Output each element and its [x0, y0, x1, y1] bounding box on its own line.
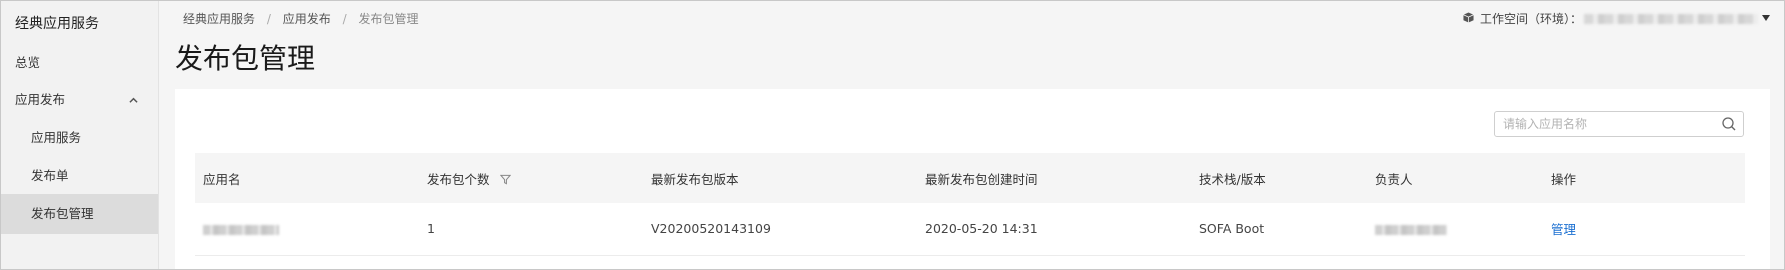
- workspace-value-redacted: [1584, 13, 1758, 24]
- chevron-up-icon: [129, 80, 138, 120]
- redacted-owner: [1375, 224, 1447, 235]
- cell-owner: [1367, 203, 1543, 256]
- sidebar-item-label: 总览: [15, 55, 41, 70]
- column-header-package-count: 发布包个数: [419, 153, 643, 203]
- search-icon[interactable]: [1721, 116, 1737, 132]
- sidebar-item-label: 发布单: [31, 168, 69, 183]
- workspace-selector[interactable]: 工作空间（环境）：: [1463, 10, 1770, 27]
- sidebar-item-label: 应用发布: [15, 92, 66, 107]
- search-input[interactable]: [1495, 112, 1717, 136]
- search-box[interactable]: [1494, 111, 1744, 137]
- sidebar-title: 经典应用服务: [15, 16, 99, 32]
- column-header-app-name: 应用名: [195, 153, 419, 203]
- redacted-app-name: [203, 224, 279, 235]
- column-header-latest-version: 最新发布包版本: [643, 153, 917, 203]
- breadcrumb-item-classic-app-service[interactable]: 经典应用服务: [183, 12, 255, 26]
- manage-link[interactable]: 管理: [1551, 222, 1576, 237]
- sidebar-item-app-release[interactable]: 应用发布: [1, 80, 158, 120]
- table-row: 1 V20200520143109 2020-05-20 14:31 SOFA …: [195, 203, 1745, 256]
- filter-icon[interactable]: [499, 173, 511, 188]
- table-header-row: 应用名 发布包个数 最新发布包版本 最新发布包创建时间 技术栈/版本 负责人 操…: [195, 153, 1745, 203]
- breadcrumb-item-current: 发布包管理: [358, 12, 419, 26]
- caret-down-icon: [1762, 13, 1770, 24]
- package-table: 应用名 发布包个数 最新发布包版本 最新发布包创建时间 技术栈/版本 负责人 操…: [195, 153, 1745, 256]
- cell-app-name: [195, 203, 419, 256]
- sidebar: 经典应用服务 总览 应用发布 应用服务 发布单 发布包管理: [1, 1, 159, 269]
- breadcrumb-item-app-release[interactable]: 应用发布: [283, 12, 331, 26]
- sidebar-item-label: 应用服务: [31, 130, 82, 145]
- breadcrumb: 经典应用服务 / 应用发布 / 发布包管理: [183, 10, 418, 27]
- cube-icon: [1463, 11, 1474, 26]
- column-header-actions: 操作: [1543, 153, 1745, 203]
- breadcrumb-separator: /: [266, 12, 271, 26]
- breadcrumb-separator: /: [342, 12, 347, 26]
- cell-tech-stack: SOFA Boot: [1191, 203, 1367, 256]
- cell-actions: 管理: [1543, 203, 1745, 256]
- app-window: 经典应用服务 总览 应用发布 应用服务 发布单 发布包管理 经典应用服务 / 应…: [0, 0, 1785, 270]
- content-panel: 应用名 发布包个数 最新发布包版本 最新发布包创建时间 技术栈/版本 负责人 操…: [175, 89, 1770, 269]
- sidebar-item-label: 发布包管理: [31, 206, 94, 221]
- page-title: 发布包管理: [175, 42, 316, 75]
- cell-latest-version: V20200520143109: [643, 203, 917, 256]
- sidebar-item-overview[interactable]: 总览: [1, 43, 158, 83]
- sidebar-item-package-management[interactable]: 发布包管理: [1, 194, 158, 234]
- cell-created-time: 2020-05-20 14:31: [917, 203, 1191, 256]
- sidebar-item-app-service[interactable]: 应用服务: [1, 118, 158, 158]
- column-header-label: 发布包个数: [427, 171, 490, 187]
- column-header-tech-stack: 技术栈/版本: [1191, 153, 1367, 203]
- column-header-created-time: 最新发布包创建时间: [917, 153, 1191, 203]
- workspace-label: 工作空间（环境）：: [1479, 12, 1582, 26]
- cell-package-count: 1: [419, 203, 643, 256]
- sidebar-item-release-order[interactable]: 发布单: [1, 156, 158, 196]
- column-header-owner: 负责人: [1367, 153, 1543, 203]
